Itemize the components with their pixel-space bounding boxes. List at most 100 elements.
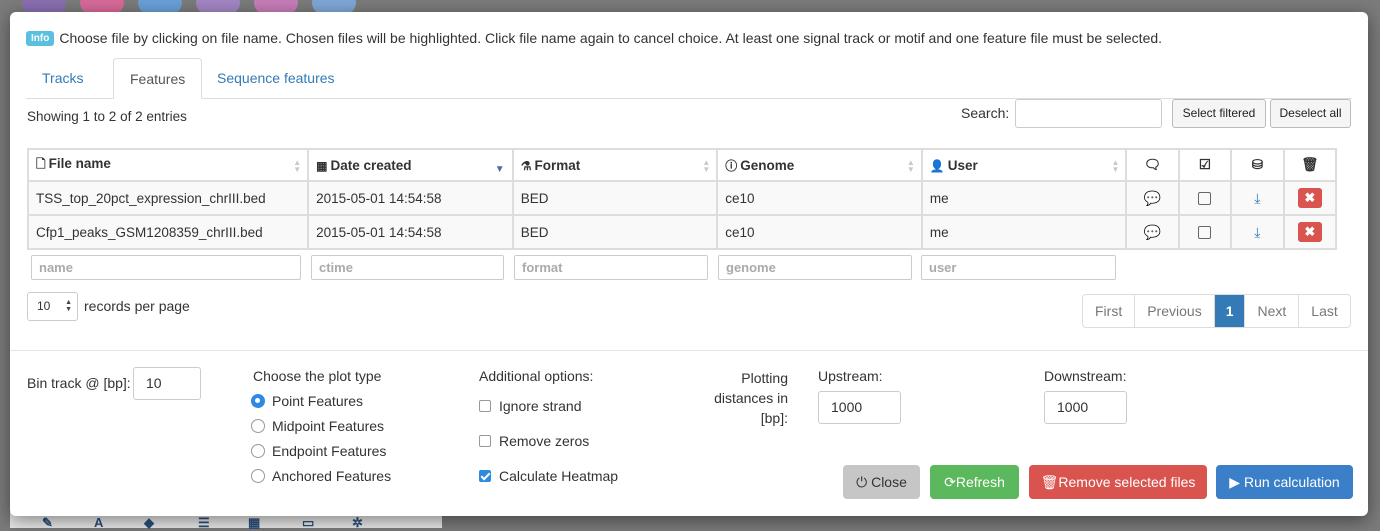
option-remove-zeros[interactable]: Remove zeros: [479, 433, 589, 449]
radio-midpoint[interactable]: [251, 419, 265, 433]
plot-type-endpoint-label: Endpoint Features: [272, 443, 387, 459]
run-button-label: Run calculation: [1243, 474, 1340, 490]
close-button[interactable]: ⏻ Close: [843, 465, 920, 499]
table-row[interactable]: TSS_top_20pct_expression_chrIII.bed 2015…: [26, 180, 1338, 216]
cell-file-name[interactable]: Cfp1_peaks_GSM1208359_chrIII.bed: [26, 214, 310, 250]
option-ignore-strand[interactable]: Ignore strand: [479, 398, 582, 414]
comment-icon[interactable]: 💬: [1144, 190, 1161, 206]
select-filtered-button[interactable]: Select filtered: [1172, 99, 1266, 128]
tab-tracks[interactable]: Tracks: [26, 58, 99, 99]
records-per-page-select[interactable]: 10 ▲ ▼: [27, 292, 78, 321]
cell-select: [1177, 180, 1233, 216]
cell-delete: ✖: [1282, 214, 1338, 250]
col-format[interactable]: ⚗ Format ▲ ▼: [511, 148, 719, 182]
upstream-input[interactable]: 1000: [818, 391, 901, 424]
files-table: 🗋 File name ▲ ▼ ▦ Date created ▼ ⚗ Format ▲ ▼ ⓘ G…: [26, 148, 1338, 250]
page-next[interactable]: Next: [1244, 295, 1298, 327]
filter-format-input[interactable]: format: [514, 255, 708, 280]
upstream-label: Upstream:: [818, 368, 883, 384]
cell-comment: 💬: [1125, 214, 1180, 250]
download-icon[interactable]: ⤓: [1254, 190, 1260, 206]
filter-user-input[interactable]: user: [921, 255, 1116, 280]
cell-comment: 💬: [1125, 180, 1180, 216]
power-icon: ⏻: [856, 474, 872, 490]
filter-ctime-input[interactable]: ctime: [311, 255, 504, 280]
info-text: Choose file by clicking on file name. Ch…: [59, 30, 1163, 46]
bin-track-input[interactable]: 10: [133, 367, 201, 400]
close-button-label: Close: [871, 474, 907, 490]
cell-select: [1177, 214, 1233, 250]
flask-icon: ⚗: [520, 158, 532, 173]
remove-zeros-checkbox[interactable]: [479, 435, 491, 447]
deselect-all-button[interactable]: Deselect all: [1270, 99, 1351, 128]
calculate-heatmap-label: Calculate Heatmap: [499, 468, 619, 484]
cell-genome: ce10: [716, 180, 923, 216]
row-select-checkbox[interactable]: [1198, 192, 1212, 206]
remove-selected-files-button[interactable]: 🗑Remove selected files: [1029, 465, 1207, 499]
search-input[interactable]: [1015, 99, 1162, 128]
sort-icon: ▲ ▼: [293, 158, 302, 174]
comment-icon[interactable]: 💬: [1144, 224, 1161, 240]
plot-type-midpoint[interactable]: Midpoint Features: [251, 418, 384, 434]
page-last[interactable]: Last: [1298, 295, 1349, 327]
downstream-label: Downstream:: [1044, 368, 1127, 384]
cogs-icon[interactable]: ✲: [352, 515, 363, 531]
col-date-created[interactable]: ▦ Date created ▼: [307, 148, 514, 182]
pagination: First Previous 1 Next Last: [1082, 294, 1351, 328]
page-current[interactable]: 1: [1213, 295, 1245, 327]
cell-file-name[interactable]: TSS_top_20pct_expression_chrIII.bed: [26, 180, 310, 216]
download-icon[interactable]: ⤓: [1254, 224, 1260, 240]
downstream-input[interactable]: 1000: [1044, 391, 1127, 424]
info-badge: Info: [26, 31, 55, 46]
col-file-name[interactable]: 🗋 File name ▲ ▼: [26, 148, 310, 182]
col-file-name-label: File name: [48, 155, 111, 171]
save-icon[interactable]: ▭: [302, 515, 314, 531]
plot-type-anchored[interactable]: Anchored Features: [251, 468, 391, 484]
check-square-icon: ☑: [1198, 157, 1212, 172]
cell-download: ⤓: [1230, 214, 1285, 250]
cell-date: 2015-05-01 14:54:58: [307, 214, 514, 250]
col-delete: 🗑: [1282, 148, 1338, 182]
cell-format: BED: [511, 180, 719, 216]
delete-button[interactable]: ✖: [1297, 222, 1322, 242]
tab-sequence-features[interactable]: Sequence features: [201, 58, 351, 99]
modal-footer-divider: [10, 350, 1368, 351]
plot-type-endpoint[interactable]: Endpoint Features: [251, 443, 386, 459]
ignore-strand-label: Ignore strand: [499, 398, 582, 414]
additional-options-label: Additional options:: [479, 368, 594, 384]
plot-type-point-label: Point Features: [272, 393, 364, 409]
col-select: ☑: [1177, 148, 1233, 182]
col-user[interactable]: 👤 User ▲ ▼: [920, 148, 1128, 182]
cell-date: 2015-05-01 14:54:58: [307, 180, 514, 216]
radio-anchored[interactable]: [251, 469, 265, 483]
ignore-strand-checkbox[interactable]: [479, 400, 491, 412]
grid-icon[interactable]: ▦: [248, 515, 260, 531]
sort-icon: ▲ ▼: [906, 158, 915, 174]
list-icon[interactable]: ☰: [198, 515, 210, 531]
col-date-created-label: Date created: [330, 157, 412, 173]
col-genome-label: Genome: [740, 157, 795, 173]
col-genome[interactable]: ⓘ Genome ▲ ▼: [716, 148, 923, 182]
table-row[interactable]: Cfp1_peaks_GSM1208359_chrIII.bed 2015-05…: [26, 214, 1338, 250]
refresh-button[interactable]: ⟳Refresh: [930, 465, 1019, 499]
cell-format: BED: [511, 214, 719, 250]
page-first[interactable]: First: [1083, 295, 1134, 327]
delete-button[interactable]: ✖: [1297, 188, 1322, 208]
tab-features[interactable]: Features: [113, 58, 203, 99]
calendar-icon: ▦: [316, 158, 328, 173]
radio-point[interactable]: [251, 394, 265, 408]
remove-zeros-label: Remove zeros: [499, 433, 590, 449]
plot-type-point[interactable]: Point Features: [251, 393, 363, 409]
page-previous[interactable]: Previous: [1134, 295, 1213, 327]
calculate-heatmap-checkbox[interactable]: [479, 470, 491, 482]
tag-icon[interactable]: ◆: [144, 515, 154, 531]
info-icon: ⓘ: [725, 158, 738, 173]
filter-name-input[interactable]: name: [31, 255, 301, 280]
row-select-checkbox[interactable]: [1198, 226, 1212, 240]
pin-icon[interactable]: ✎: [42, 515, 53, 531]
select-arrows-icon: ▲ ▼: [65, 299, 72, 313]
radio-endpoint[interactable]: [251, 444, 265, 458]
filter-genome-input[interactable]: genome: [718, 255, 912, 280]
run-calculation-button[interactable]: ▶ Run calculation: [1216, 465, 1353, 499]
option-calculate-heatmap[interactable]: Calculate Heatmap: [479, 468, 618, 484]
